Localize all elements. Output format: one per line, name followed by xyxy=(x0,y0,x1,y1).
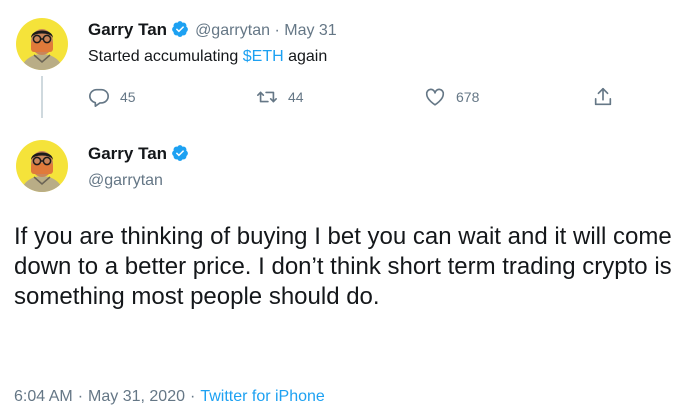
tweet-actions: 45 44 678 xyxy=(88,86,628,110)
share-button[interactable] xyxy=(592,86,614,108)
main-author-row: Garry Tan xyxy=(88,144,189,164)
retweet-count: 44 xyxy=(288,89,304,105)
retweet-icon xyxy=(257,91,277,103)
avatar-illustration-icon xyxy=(16,18,68,70)
share-icon xyxy=(594,87,612,106)
avatar[interactable] xyxy=(16,18,68,70)
heart-icon xyxy=(425,88,445,106)
reply-button[interactable]: 45 xyxy=(88,86,136,108)
author-name[interactable]: Garry Tan xyxy=(88,144,167,163)
reply-icon xyxy=(89,88,109,107)
separator-dot: · xyxy=(274,22,280,39)
tweet-metadata: 6:04 AM · May 31, 2020 · Twitter for iPhone xyxy=(14,388,325,406)
main-tweet-text: If you are thinking of buying I bet you … xyxy=(14,223,672,310)
tweet-date[interactable]: May 31 xyxy=(284,22,336,39)
verified-badge-icon xyxy=(172,145,188,161)
tweet-header: Garry Tan @garrytan · May 31 xyxy=(88,20,337,40)
like-button[interactable]: 678 xyxy=(424,86,479,108)
author-name[interactable]: Garry Tan xyxy=(88,20,167,39)
verified-badge-icon xyxy=(172,21,188,37)
avatar[interactable] xyxy=(16,140,68,192)
tweet-date[interactable]: May 31, 2020 xyxy=(88,388,185,405)
tweet-text: Started accumulating $ETH again xyxy=(88,48,327,66)
tweet-time[interactable]: 6:04 AM xyxy=(14,388,73,405)
tweet-source-link[interactable]: Twitter for iPhone xyxy=(200,388,325,405)
tweet-text-after: again xyxy=(283,48,328,65)
author-handle[interactable]: @garrytan xyxy=(88,172,163,190)
like-count: 678 xyxy=(456,89,480,105)
separator-dot: · xyxy=(77,388,84,405)
tweet-text-before: Started accumulating xyxy=(88,48,243,65)
avatar-illustration-icon xyxy=(16,140,68,192)
separator-dot: · xyxy=(189,388,196,405)
cashtag-link[interactable]: $ETH xyxy=(243,48,284,65)
author-handle[interactable]: @garrytan xyxy=(195,22,270,39)
retweet-button[interactable]: 44 xyxy=(256,86,304,108)
reply-count: 45 xyxy=(120,89,136,105)
thread-connector xyxy=(41,76,43,118)
